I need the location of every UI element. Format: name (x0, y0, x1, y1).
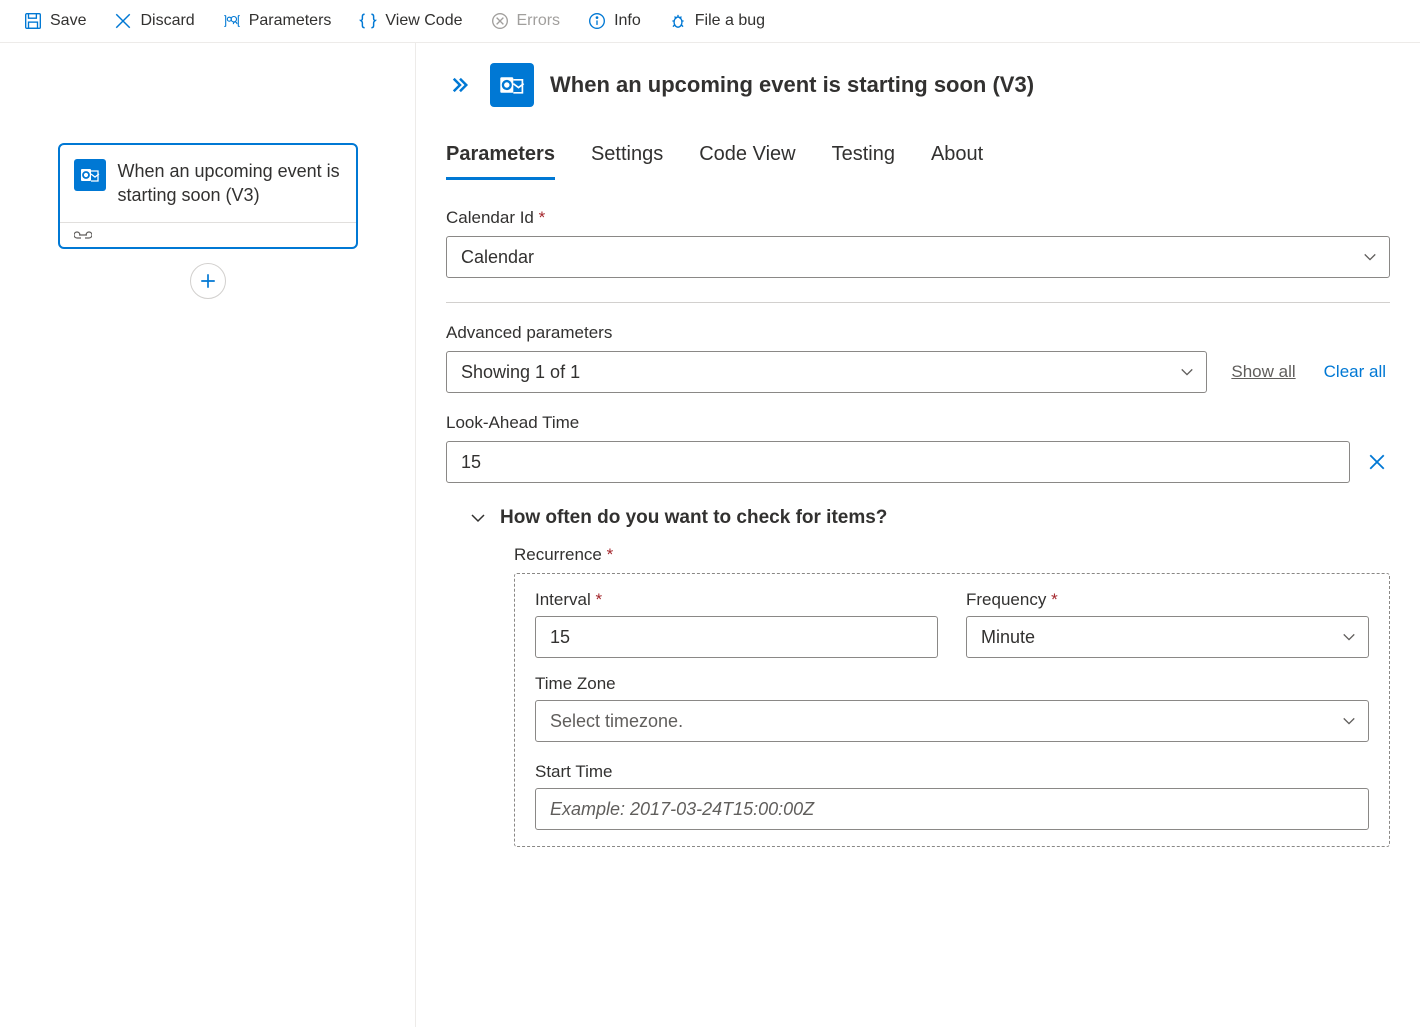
tabs: Parameters Settings Code View Testing Ab… (446, 143, 1390, 178)
parameters-icon (223, 12, 241, 30)
errors-label: Errors (517, 12, 561, 30)
recurrence-group: Interval * 15 Frequency * Minute (514, 573, 1390, 847)
file-bug-label: File a bug (695, 12, 765, 30)
add-step-button[interactable] (190, 263, 226, 299)
panel-header: When an upcoming event is starting soon … (446, 63, 1390, 107)
save-label: Save (50, 12, 86, 30)
advanced-label: Advanced parameters (446, 323, 1390, 343)
info-label: Info (614, 12, 641, 30)
recurrence-header-text: How often do you want to check for items… (500, 507, 887, 529)
frequency-select[interactable]: Minute (966, 616, 1369, 658)
start-time-input[interactable]: Example: 2017-03-24T15:00:00Z (535, 788, 1369, 830)
bug-icon (669, 12, 687, 30)
add-step-wrap (40, 263, 375, 299)
collapse-panel-button[interactable] (446, 71, 474, 99)
chevron-down-icon (1342, 714, 1356, 728)
tab-parameters[interactable]: Parameters (446, 143, 555, 178)
link-icon (74, 229, 342, 241)
view-code-label: View Code (385, 12, 462, 30)
node-footer (60, 222, 356, 247)
start-time-placeholder: Example: 2017-03-24T15:00:00Z (550, 799, 814, 820)
interval-input[interactable]: 15 (535, 616, 938, 658)
discard-button[interactable]: Discard (102, 6, 206, 36)
save-button[interactable]: Save (12, 6, 98, 36)
field-timezone: Time Zone Select timezone. (535, 674, 1369, 742)
advanced-parameters: Advanced parameters Showing 1 of 1 Show … (446, 323, 1390, 393)
discard-label: Discard (140, 12, 194, 30)
clear-look-ahead-button[interactable] (1364, 449, 1390, 475)
errors-button: Errors (479, 6, 573, 36)
start-time-label: Start Time (535, 762, 1369, 782)
field-frequency: Frequency * Minute (966, 590, 1369, 658)
timezone-placeholder: Select timezone. (550, 711, 683, 732)
interval-value: 15 (550, 627, 570, 648)
calendar-id-value: Calendar (461, 247, 534, 268)
tab-code-view[interactable]: Code View (699, 143, 795, 178)
look-ahead-input[interactable]: 15 (446, 441, 1350, 483)
field-calendar-id: Calendar Id * Calendar (446, 208, 1390, 278)
tab-settings[interactable]: Settings (591, 143, 663, 178)
timezone-select[interactable]: Select timezone. (535, 700, 1369, 742)
interval-label: Interval * (535, 590, 938, 610)
designer-canvas: When an upcoming event is starting soon … (0, 43, 415, 1027)
field-start-time: Start Time Example: 2017-03-24T15:00:00Z (535, 762, 1369, 830)
chevron-down-icon (470, 510, 486, 526)
timezone-label: Time Zone (535, 674, 1369, 694)
chevron-down-icon (1180, 365, 1194, 379)
info-icon (588, 12, 606, 30)
chevron-down-icon (1342, 630, 1356, 644)
look-ahead-label: Look-Ahead Time (446, 413, 1390, 433)
advanced-dropdown[interactable]: Showing 1 of 1 (446, 351, 1207, 393)
main-area: When an upcoming event is starting soon … (0, 43, 1420, 1027)
recurrence-toggle[interactable]: How often do you want to check for items… (470, 507, 1390, 529)
node-header: When an upcoming event is starting soon … (60, 145, 356, 222)
close-icon (114, 12, 132, 30)
toolbar: Save Discard Parameters View Code Errors… (0, 0, 1420, 43)
node-title: When an upcoming event is starting soon … (118, 159, 342, 208)
chevron-down-icon (1363, 250, 1377, 264)
look-ahead-value: 15 (461, 452, 481, 473)
parameters-label: Parameters (249, 12, 332, 30)
calendar-id-select[interactable]: Calendar (446, 236, 1390, 278)
divider (446, 302, 1390, 303)
advanced-dropdown-value: Showing 1 of 1 (461, 362, 580, 383)
info-button[interactable]: Info (576, 6, 653, 36)
outlook-icon (74, 159, 106, 191)
tab-testing[interactable]: Testing (832, 143, 895, 178)
tab-about[interactable]: About (931, 143, 983, 178)
field-look-ahead: Look-Ahead Time 15 (446, 413, 1390, 483)
outlook-icon (490, 63, 534, 107)
frequency-label: Frequency * (966, 590, 1369, 610)
show-all-link[interactable]: Show all (1227, 358, 1299, 386)
frequency-value: Minute (981, 627, 1035, 648)
required-mark: * (1051, 590, 1058, 609)
calendar-id-label: Calendar Id * (446, 208, 1390, 228)
details-panel: When an upcoming event is starting soon … (415, 43, 1420, 1027)
required-mark: * (595, 590, 602, 609)
parameters-button[interactable]: Parameters (211, 6, 344, 36)
panel-title: When an upcoming event is starting soon … (550, 72, 1034, 98)
view-code-button[interactable]: View Code (347, 6, 474, 36)
required-mark: * (539, 208, 546, 227)
error-icon (491, 12, 509, 30)
clear-all-link[interactable]: Clear all (1320, 358, 1390, 386)
file-bug-button[interactable]: File a bug (657, 6, 777, 36)
trigger-node[interactable]: When an upcoming event is starting soon … (58, 143, 358, 249)
required-mark: * (607, 545, 614, 564)
code-braces-icon (359, 12, 377, 30)
recurrence-label: Recurrence * (514, 545, 1390, 565)
field-interval: Interval * 15 (535, 590, 938, 658)
save-icon (24, 12, 42, 30)
